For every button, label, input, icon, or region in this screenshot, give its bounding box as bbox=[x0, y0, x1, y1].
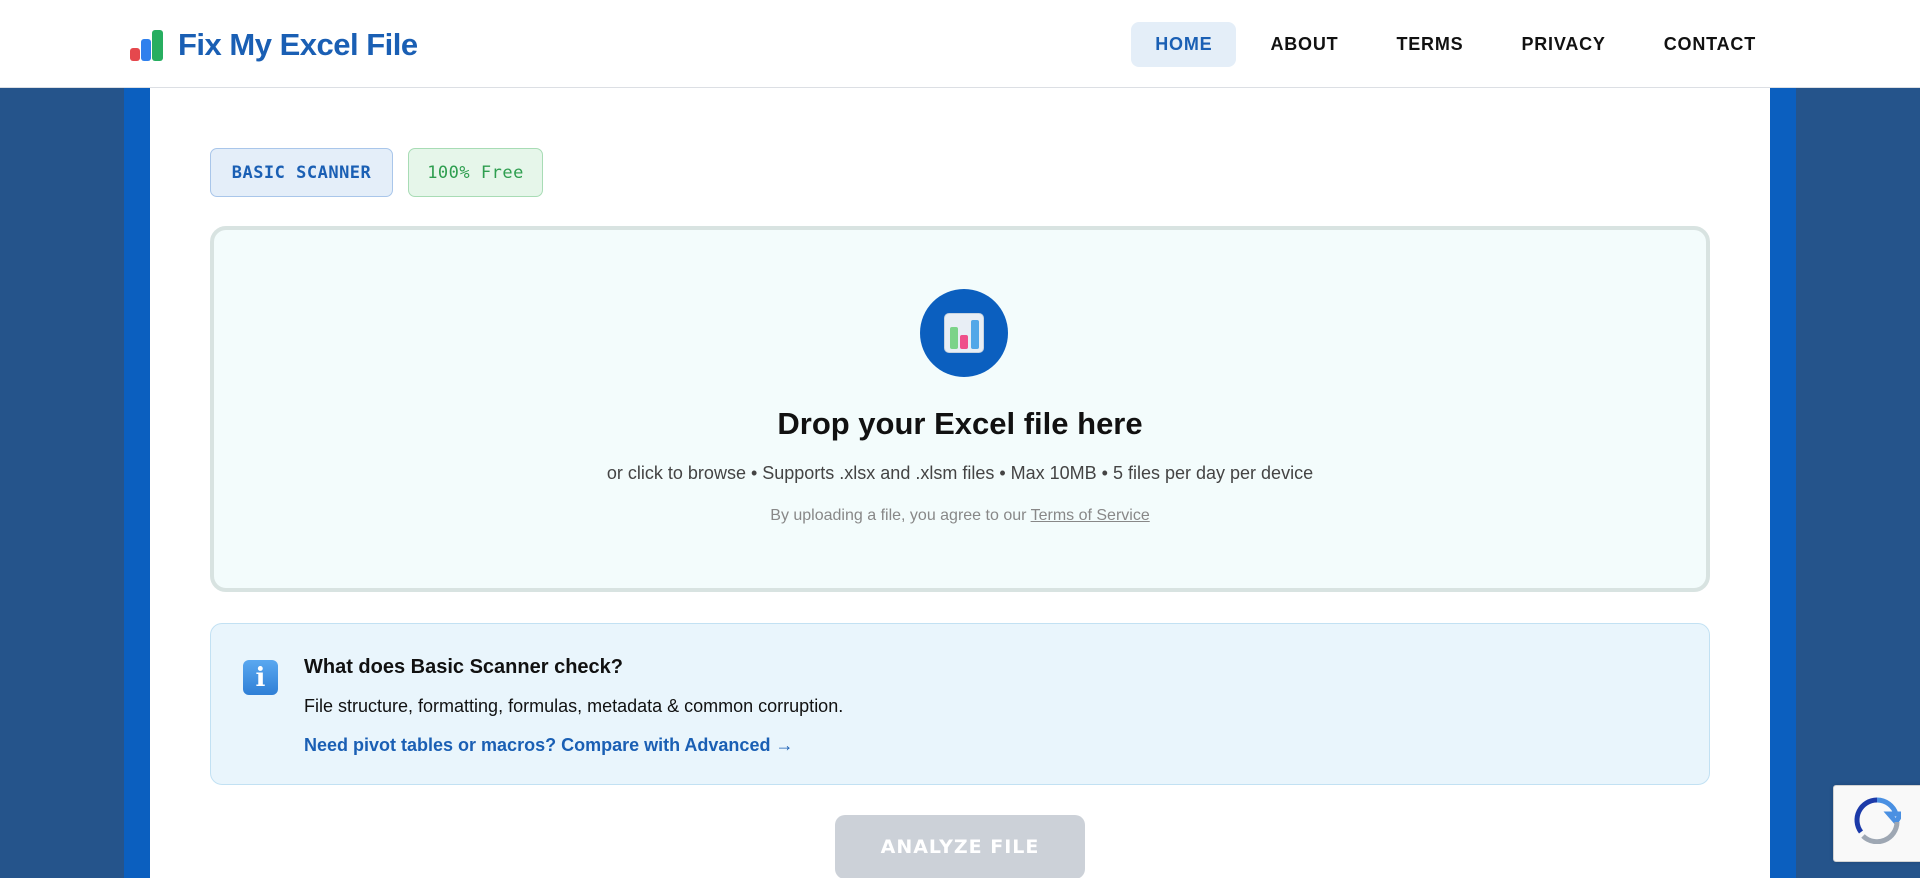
terms-prefix: By uploading a file, you agree to our bbox=[770, 507, 1031, 524]
frame-right bbox=[1770, 88, 1796, 878]
scanner-card: BASIC SCANNER 100% Free Drop your Excel … bbox=[150, 88, 1770, 878]
basic-scanner-badge: BASIC SCANNER bbox=[210, 148, 393, 197]
compare-advanced-link[interactable]: Need pivot tables or macros? Compare wit… bbox=[304, 735, 793, 756]
nav-terms[interactable]: TERMS bbox=[1372, 22, 1487, 67]
nav-about[interactable]: ABOUT bbox=[1246, 22, 1362, 67]
info-box: i What does Basic Scanner check? File st… bbox=[210, 623, 1710, 785]
logo-text: Fix My Excel File bbox=[178, 27, 418, 62]
info-text: File structure, formatting, formulas, me… bbox=[304, 696, 844, 716]
analyze-file-button[interactable]: ANALYZE FILE bbox=[835, 815, 1085, 878]
nav-home[interactable]: HOME bbox=[1131, 22, 1237, 67]
terms-of-service-link[interactable]: Terms of Service bbox=[1031, 507, 1150, 524]
bar-chart-logo-icon bbox=[130, 29, 164, 61]
nav-contact[interactable]: CONTACT bbox=[1640, 22, 1780, 67]
logo-link[interactable]: Fix My Excel File bbox=[130, 27, 418, 62]
nav-privacy[interactable]: PRIVACY bbox=[1497, 22, 1629, 67]
recaptcha-badge[interactable] bbox=[1833, 785, 1920, 862]
dropzone-title: Drop your Excel file here bbox=[777, 406, 1143, 441]
bar-chart-icon bbox=[920, 289, 1008, 377]
site-header: Fix My Excel File HOME ABOUT TERMS PRIVA… bbox=[0, 0, 1920, 88]
dropzone-terms-notice: By uploading a file, you agree to our Te… bbox=[214, 507, 1706, 525]
frame-left bbox=[124, 88, 150, 878]
info-icon: i bbox=[243, 660, 278, 695]
dropzone-subtitle: or click to browse • Supports .xlsx and … bbox=[606, 463, 1314, 483]
free-badge: 100% Free bbox=[408, 148, 543, 197]
recaptcha-icon bbox=[1854, 797, 1901, 844]
file-dropzone[interactable]: Drop your Excel file here or click to br… bbox=[210, 226, 1710, 592]
info-title: What does Basic Scanner check? bbox=[304, 656, 624, 678]
main-nav: HOME ABOUT TERMS PRIVACY CONTACT bbox=[1121, 22, 1780, 67]
